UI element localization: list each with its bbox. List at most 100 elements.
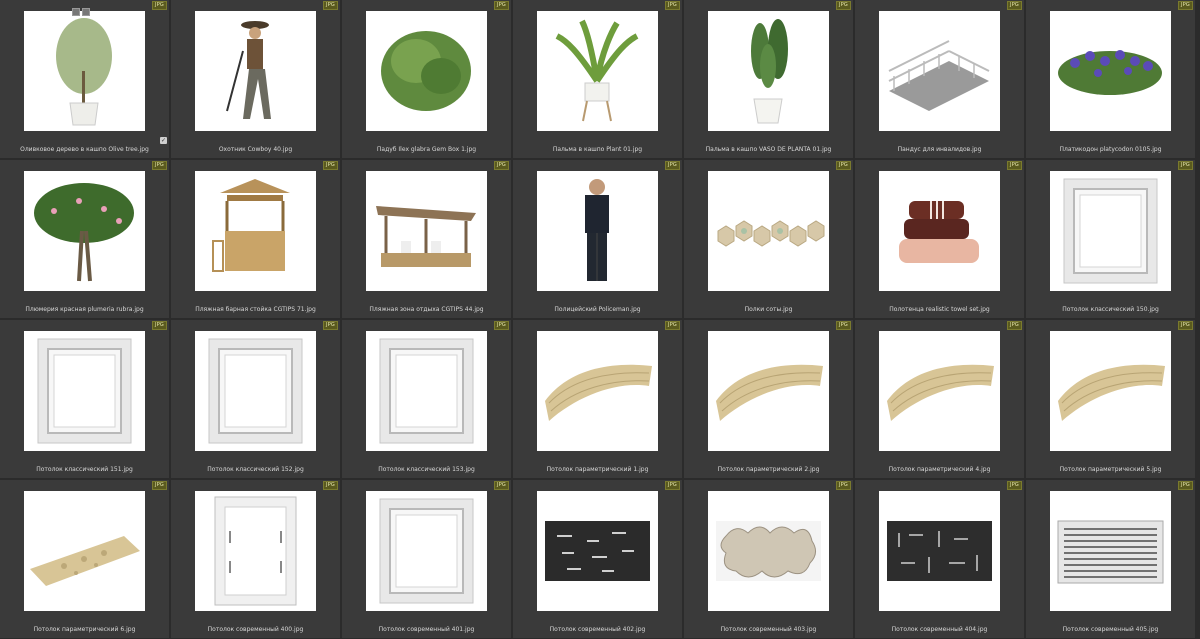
thumbnail-cell[interactable]: JPG Пальма в кашпо Plant 01.jpg — [513, 0, 683, 159]
thumbnail-cell[interactable]: JPG Пляжная барная стойка CGTIPS 71.jpg — [171, 160, 341, 319]
thumbnail-image[interactable] — [708, 171, 829, 291]
thumbnail-cell[interactable]: JPG Потолок современный 404.jpg — [855, 480, 1025, 639]
thumbnail-image[interactable] — [879, 331, 1000, 451]
thumbnail-image[interactable] — [195, 491, 316, 611]
ceiling-dark-panels-icon — [545, 521, 650, 581]
thumbnail-cell[interactable]: JPG Потолок параметрический 5.jpg — [1026, 320, 1196, 479]
thumbnail-image[interactable] — [537, 171, 658, 291]
thumbnail-image[interactable] — [366, 331, 487, 451]
towels-icon — [899, 201, 979, 263]
thumbnail-image[interactable] — [537, 491, 658, 611]
palm-pot-icon — [555, 19, 639, 122]
file-type-badge: JPG — [1178, 321, 1193, 330]
thumbnail-image[interactable] — [1050, 331, 1171, 451]
ceiling-classic-icon — [208, 338, 303, 444]
thumbnail-image[interactable] — [366, 171, 487, 291]
thumbnail-image[interactable] — [24, 491, 145, 611]
thumbnail-tools[interactable] — [72, 1, 92, 20]
file-type-badge: JPG — [836, 1, 851, 10]
thumbnail-cell[interactable]: JPG Потолок современный 400.jpg — [171, 480, 341, 639]
ceiling-classic-icon — [1063, 178, 1158, 284]
thumbnail-image[interactable] — [24, 171, 145, 291]
thumbnail-image[interactable] — [24, 11, 145, 131]
file-name-label: Пандус для инвалидов.jpg — [897, 146, 982, 153]
ceiling-classic-icon — [37, 338, 132, 444]
file-name-label: Потолок параметрический 2.jpg — [717, 466, 820, 473]
thumbnail-cell[interactable]: JPG Потолок параметрический 4.jpg — [855, 320, 1025, 479]
file-type-badge: JPG — [665, 161, 680, 170]
file-name-label: Полки соты.jpg — [744, 306, 793, 313]
thumbnail-image[interactable] — [1050, 171, 1171, 291]
thumbnail-cell[interactable]: JPG Пальма в кашпо VASO DE PLANTA 01.jpg — [684, 0, 854, 159]
thumbnail-image[interactable] — [537, 11, 658, 131]
thumbnail-cell[interactable]: JPG Плюмерия красная plumeria rubra.jpg — [0, 160, 170, 319]
plumeria-tree-icon — [34, 183, 134, 282]
thumbnail-image[interactable] — [537, 331, 658, 451]
file-type-badge: JPG — [1007, 481, 1022, 490]
ramp-icon — [888, 40, 990, 111]
file-name-label: Пальма в кашпо VASO DE PLANTA 01.jpg — [705, 146, 832, 153]
file-type-badge: JPG — [323, 1, 338, 10]
thumbnail-cell[interactable]: JPG Потолок классический 151.jpg — [0, 320, 170, 479]
thumbnail-image[interactable] — [879, 491, 1000, 611]
thumbnail-cell[interactable]: JPG Потолок современный 402.jpg — [513, 480, 683, 639]
thumbnail-cell[interactable]: JPG Пляжная зона отдыха CGTIPS 44.jpg — [342, 160, 512, 319]
file-name-label: Потолок параметрический 1.jpg — [546, 466, 649, 473]
thumbnail-cell[interactable]: JPG Потолок параметрический 6.jpg — [0, 480, 170, 639]
square-icon[interactable] — [72, 8, 80, 16]
thumbnail-cell[interactable]: JPG Потолок современный 403.jpg — [684, 480, 854, 639]
thumbnail-image[interactable] — [1050, 491, 1171, 611]
file-type-badge: JPG — [494, 161, 509, 170]
thumbnail-image[interactable] — [195, 331, 316, 451]
thumbnail-image[interactable] — [195, 11, 316, 131]
file-name-label: Потолок современный 403.jpg — [720, 626, 817, 633]
thumbnail-cell[interactable]: JPG Потолок классический 153.jpg — [342, 320, 512, 479]
file-type-badge: JPG — [152, 161, 167, 170]
thumbnail-image[interactable] — [24, 331, 145, 451]
thumbnail-image[interactable] — [195, 171, 316, 291]
thumbnail-image[interactable] — [366, 491, 487, 611]
thumbnail-cell[interactable]: JPG Платикодон platycodon 0105.jpg — [1026, 0, 1196, 159]
file-name-label: Полотенца realistic towel set.jpg — [889, 306, 990, 313]
file-name-label: Полицейский Policeman.jpg — [554, 306, 641, 313]
thumbnail-cell[interactable]: JPG Потолок современный 405.jpg — [1026, 480, 1196, 639]
cowboy-icon — [226, 21, 271, 119]
file-type-badge: JPG — [665, 1, 680, 10]
flowers-icon — [1058, 50, 1162, 95]
thumbnail-cell[interactable]: JPG Полки соты.jpg — [684, 160, 854, 319]
file-name-label: Платикодон platycodon 0105.jpg — [1059, 146, 1162, 153]
thumbnail-cell[interactable]: JPG Охотник Cowboy 40.jpg — [171, 0, 341, 159]
thumbnail-cell[interactable]: JPG Пандус для инвалидов.jpg — [855, 0, 1025, 159]
thumbnail-image[interactable] — [366, 11, 487, 131]
thumbnail-image[interactable] — [879, 11, 1000, 131]
file-name-label: Потолок классический 151.jpg — [36, 466, 133, 473]
checkmark-icon[interactable]: ✓ — [160, 137, 167, 144]
file-name-label: Потолок классический 152.jpg — [207, 466, 304, 473]
ceiling-parametric-icon — [1058, 364, 1165, 421]
thumbnail-cell[interactable]: JPG Оливковое дерево в кашпо Olive tree.j… — [0, 0, 170, 159]
file-name-label: Пляжная зона отдыха CGTIPS 44.jpg — [369, 306, 484, 313]
file-type-badge: JPG — [152, 321, 167, 330]
file-name-label: Потолок параметрический 4.jpg — [888, 466, 991, 473]
thumbnail-image[interactable] — [708, 331, 829, 451]
thumbnail-image[interactable] — [708, 11, 829, 131]
beach-lounge-icon — [376, 206, 476, 267]
thumbnail-cell[interactable]: JPG Полицейский Policeman.jpg — [513, 160, 683, 319]
file-name-label: Потолок современный 401.jpg — [378, 626, 475, 633]
file-type-badge: JPG — [1007, 161, 1022, 170]
thumbnail-cell[interactable]: JPG Полотенца realistic towel set.jpg — [855, 160, 1025, 319]
file-type-badge: JPG — [152, 481, 167, 490]
pencil-icon[interactable] — [82, 8, 90, 16]
thumbnail-cell[interactable]: JPG Падуб Ilex glabra Gem Box 1.jpg — [342, 0, 512, 159]
thumbnail-cell[interactable]: JPG Потолок классический 152.jpg — [171, 320, 341, 479]
thumbnail-cell[interactable]: JPG Потолок современный 401.jpg — [342, 480, 512, 639]
file-type-badge: JPG — [1178, 1, 1193, 10]
thumbnail-image[interactable] — [708, 491, 829, 611]
thumbnail-cell[interactable]: JPG Потолок параметрический 1.jpg — [513, 320, 683, 479]
file-name-label: Потолок современный 402.jpg — [549, 626, 646, 633]
thumbnail-image[interactable] — [879, 171, 1000, 291]
thumbnail-cell[interactable]: JPG Потолок классический 150.jpg — [1026, 160, 1196, 319]
file-name-label: Пляжная барная стойка CGTIPS 71.jpg — [195, 306, 316, 313]
thumbnail-image[interactable] — [1050, 11, 1171, 131]
thumbnail-cell[interactable]: JPG Потолок параметрический 2.jpg — [684, 320, 854, 479]
